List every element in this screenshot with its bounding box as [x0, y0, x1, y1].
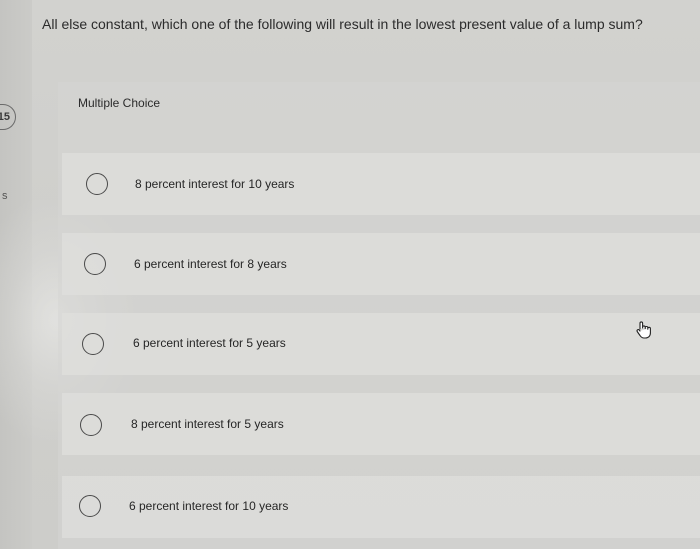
question-text: All else constant, which one of the foll…: [42, 16, 643, 32]
hand-pointer-icon: [636, 321, 651, 339]
answer-option-label: 8 percent interest for 10 years: [135, 177, 295, 191]
answer-option-label: 8 percent interest for 5 years: [131, 417, 284, 431]
answer-option[interactable]: 8 percent interest for 10 years: [62, 153, 700, 215]
radio-button[interactable]: [79, 495, 101, 517]
answer-option-label: 6 percent interest for 8 years: [134, 257, 287, 271]
answer-option[interactable]: 6 percent interest for 8 years: [62, 233, 700, 295]
radio-button[interactable]: [82, 333, 104, 355]
answer-option-label: 6 percent interest for 10 years: [129, 499, 289, 513]
question-number-label: 15: [0, 111, 10, 123]
radio-button[interactable]: [80, 414, 102, 436]
answer-option-label: 6 percent interest for 5 years: [133, 336, 286, 350]
radio-button[interactable]: [86, 173, 108, 195]
answer-option[interactable]: 6 percent interest for 5 years: [62, 313, 700, 375]
answer-option[interactable]: 8 percent interest for 5 years: [62, 393, 700, 455]
answer-option[interactable]: 6 percent interest for 10 years: [62, 476, 700, 538]
sidebar-letter: s: [2, 190, 8, 202]
question-type-label: Multiple Choice: [78, 96, 161, 110]
screen: 15 s All else constant, which one of the…: [0, 0, 700, 549]
radio-button[interactable]: [84, 253, 106, 275]
